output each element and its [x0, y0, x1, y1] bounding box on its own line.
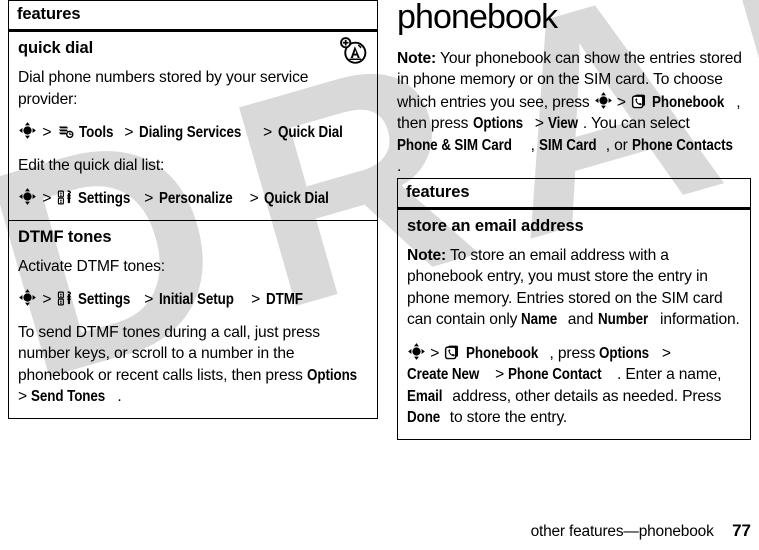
- paragraph: To send DTMF tones during a call, just p…: [18, 322, 368, 408]
- features-table-header: features: [9, 1, 377, 32]
- feature-section: DTMF tones Activate DTMF tones: > Setting…: [9, 219, 377, 418]
- menu-label: Initial Setup: [158, 291, 234, 308]
- menu-label: Phonebook: [465, 344, 538, 362]
- page-title: phonebook: [397, 0, 558, 36]
- menu-label: Phone Contacts: [631, 136, 733, 154]
- path-separator: >: [144, 291, 154, 308]
- features-table: features store an email address Note: To s…: [397, 177, 751, 440]
- feature-section: quick dial Dial phone numbers stored by y…: [9, 32, 377, 220]
- paragraph: Activate DTMF tones:: [18, 257, 165, 275]
- features-table: features quick dial Dial phone numbers sto…: [8, 0, 378, 419]
- menu-label: Email: [407, 387, 443, 405]
- menu-label: Tools: [79, 124, 114, 141]
- menu-label: Quick Dial: [277, 124, 343, 141]
- path-separator: >: [42, 124, 52, 141]
- menu-label: Personalize: [158, 190, 233, 207]
- menu-label: Options: [472, 115, 523, 133]
- feature-section-title: store an email address: [407, 216, 584, 235]
- menu-label: Dialing Services: [138, 124, 242, 141]
- menu-label: DTMF: [265, 291, 303, 308]
- features-table-header: features: [398, 179, 750, 210]
- left-column: features quick dial Dial phone numbers sto…: [8, 0, 378, 419]
- footer-label: other features—phonebook: [530, 523, 714, 540]
- feature-section-title: DTMF tones: [18, 227, 112, 246]
- path-separator: >: [251, 291, 261, 308]
- paragraph: > Phonebook, press Options > Create New …: [407, 342, 741, 429]
- phonebook-icon: [630, 92, 648, 110]
- menu-label: Create New: [407, 366, 480, 384]
- page-number: 77: [732, 521, 751, 540]
- menu-label: Options: [599, 344, 650, 362]
- features-table-right: features store an email address Note: To s…: [397, 177, 751, 440]
- navigation-key-icon: [594, 91, 613, 110]
- path-separator: >: [124, 124, 134, 141]
- menu-path: > Settings > Initial Setup > DTMF: [18, 288, 368, 311]
- menu-label: Options: [306, 366, 358, 384]
- navigation-key-icon: [18, 121, 37, 140]
- menu-label: Done: [407, 409, 441, 427]
- tools-icon: [57, 122, 75, 140]
- menu-label: Number: [597, 311, 648, 329]
- paragraph: Dial phone numbers stored by your servic…: [18, 69, 309, 108]
- menu-path: > Tools > Dialing Services > Quick Dial: [18, 121, 368, 144]
- menu-label: SIM Card: [538, 136, 597, 154]
- settings-icon: [57, 290, 74, 307]
- path-separator: >: [144, 190, 154, 207]
- menu-label: Phonebook: [652, 93, 725, 111]
- phonebook-icon: [443, 343, 461, 361]
- menu-label: Name: [521, 311, 558, 329]
- feature-section-title: quick dial: [18, 39, 94, 57]
- menu-label: Send Tones: [31, 388, 106, 405]
- intro-note: Note: Your phonebook can show the entrie…: [397, 48, 751, 178]
- menu-label: Quick Dial: [264, 190, 329, 207]
- path-separator: >: [42, 190, 52, 207]
- menu-path: > Settings > Personalize > Quick Dial: [18, 187, 368, 210]
- path-separator: >: [249, 190, 259, 207]
- paragraph: Edit the quick dial list:: [18, 156, 165, 174]
- settings-icon: [57, 189, 74, 206]
- path-separator: >: [263, 124, 273, 141]
- note-label: Note:: [397, 49, 437, 67]
- navigation-key-icon: [18, 288, 37, 307]
- path-separator: >: [42, 291, 52, 308]
- menu-label: Settings: [78, 291, 131, 308]
- note-label: Note:: [407, 246, 447, 264]
- page-body: features quick dial Dial phone numbers sto…: [0, 0, 759, 550]
- menu-label: Phone Contact: [508, 366, 602, 384]
- network-provider-icon: [340, 37, 368, 65]
- feature-section: store an email address Note: To store an …: [398, 210, 750, 439]
- navigation-key-icon: [18, 187, 37, 206]
- menu-label: View: [548, 115, 579, 133]
- menu-label: Settings: [78, 190, 131, 207]
- right-column: phonebook Note: Your phonebook can show …: [397, 0, 751, 440]
- intro-note-paragraph: Note: Your phonebook can show the entrie…: [397, 49, 742, 176]
- page-footer: other features—phonebook 77: [0, 521, 759, 541]
- menu-label: Phone & SIM Card: [397, 136, 512, 154]
- navigation-key-icon: [407, 342, 426, 361]
- paragraph: Note: To store an email address with a p…: [407, 245, 741, 331]
